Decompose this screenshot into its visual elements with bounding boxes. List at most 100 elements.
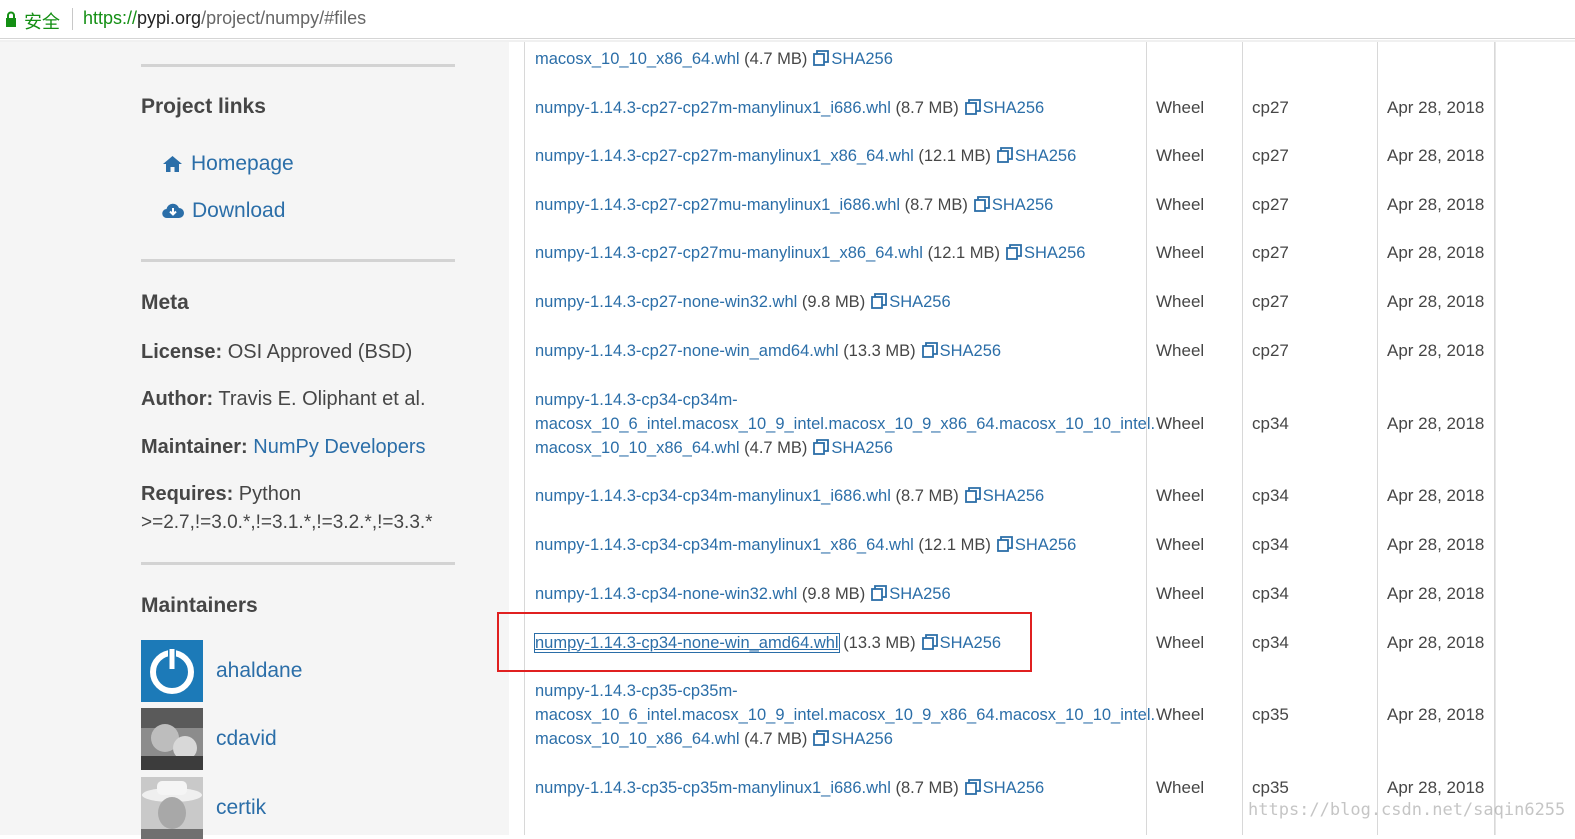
file-entry: numpy-1.14.3-cp34-cp34m-manylinux1_x86_6… [535,533,1076,557]
sha256-label: SHA256 [831,438,893,457]
sha256-link[interactable]: SHA256 [921,342,1001,360]
file-entry: numpy-1.14.3-cp27-cp27m-manylinux1_x86_6… [535,144,1076,168]
file-size: (12.1 MB) [918,147,991,165]
copy-icon [996,147,1013,163]
sha256-label: SHA256 [1014,535,1077,554]
maintainer-cdavid[interactable]: cdavid [141,708,277,770]
sidebar: Project links Homepage Download Meta Lic… [0,42,509,839]
python-version-cell: cp34 [1243,569,1378,618]
table-row: numpy-1.14.3-cp27-none-win_amd64.whl (13… [524,326,1495,376]
sha256-link[interactable]: SHA256 [964,487,1044,505]
copy-icon [871,292,888,309]
sha256-link[interactable]: SHA256 [921,633,1002,652]
file-size: (8.7 MB) [895,778,959,797]
file-entry: numpy-1.14.3-cp34-none-win_amd64.whl (13… [534,631,1002,655]
homepage-link[interactable]: Homepage [162,152,294,176]
file-link[interactable]: numpy-1.14.3-cp27-cp27m-manylinux1_i686.… [535,99,891,117]
file-link[interactable]: numpy-1.14.3-cp35-cp35m-manylinux1_i686.… [535,779,891,797]
filename-cell: numpy-1.14.3-cp27-cp27mu-manylinux1_i686… [524,180,1147,229]
maintainer-link[interactable]: NumPy Developers [253,436,425,458]
table-row: numpy-1.14.3-cp27-cp27mu-manylinux1_i686… [524,180,1495,230]
avatar[interactable] [141,708,203,770]
upload-date-cell: Apr 28, 2018 [1378,472,1495,520]
download-link[interactable]: Download [162,199,285,223]
sha256-link[interactable]: SHA256 [813,730,893,748]
file-entry: numpy-1.14.3-cp27-cp27mu-manylinux1_x86_… [535,241,1085,265]
url-text[interactable]: https://pypi.org/project/numpy/#files [83,8,366,29]
file-link[interactable]: numpy-1.14.3-cp27-none-win32.whl [535,293,797,311]
filename-cell: numpy-1.14.3-cp34-cp34m-manylinux1_i686.… [524,472,1147,520]
python-version-cell: cp27 [1243,132,1378,180]
file-type-cell: Wheel [1147,132,1243,180]
maintainer-name[interactable]: cdavid [216,727,277,751]
sha256-link[interactable]: SHA256 [1006,244,1085,262]
file-link[interactable]: macosx_10_10_x86_64.whl [535,50,740,68]
sha256-link[interactable]: SHA256 [813,438,893,457]
file-entry: numpy-1.14.3-cp27-none-win_amd64.whl (13… [535,339,1001,363]
maintainer-name[interactable]: certik [216,796,266,820]
filename-cell: numpy-1.14.3-cp27-none-win_amd64.whl (13… [524,326,1147,375]
filename-cell: numpy-1.14.3-cp34-none-win_amd64.whl (13… [524,618,1147,667]
sha256-link[interactable]: SHA256 [996,147,1076,165]
upload-date-cell [1378,42,1495,83]
file-link[interactable]: numpy-1.14.3-cp34-none-win32.whl [535,585,797,603]
sidebar-divider [141,562,455,565]
address-bar[interactable]: 安全 https://pypi.org/project/numpy/#files [0,0,1575,39]
file-size: (4.7 MB) [744,50,808,68]
filename-cell: numpy-1.14.3-cp35-cp35m-macosx_10_6_inte… [524,667,1155,763]
file-link[interactable]: macosx_10_6_intel.macosx_10_9_intel.maco… [535,706,1155,724]
sha256-label: SHA256 [831,730,893,748]
python-version-cell: cp34 [1243,375,1378,472]
copy-icon [813,438,830,455]
python-version-cell: cp27 [1243,83,1378,132]
sha256-label: SHA256 [889,584,951,603]
filename-cell: numpy-1.14.3-cp34-cp34m-macosx_10_6_inte… [524,375,1155,472]
sidebar-divider [141,64,455,67]
file-entry: numpy-1.14.3-cp35-cp35m-manylinux1_i686.… [535,776,1044,800]
sha256-link[interactable]: SHA256 [973,196,1053,214]
file-link[interactable]: numpy-1.14.3-cp34-none-win_amd64.whl [534,632,840,653]
author-label: Author: [141,388,214,410]
file-type-cell: Wheel [1147,667,1243,763]
maintainer-ahaldane[interactable]: ahaldane [141,640,302,702]
sha256-link[interactable]: SHA256 [813,50,893,68]
file-type-cell: Wheel [1147,472,1243,520]
avatar[interactable] [141,777,203,839]
file-link[interactable]: numpy-1.14.3-cp34-cp34m-manylinux1_i686.… [535,487,891,505]
file-entry: numpy-1.14.3-cp35-cp35m-macosx_10_6_inte… [535,679,1155,751]
upload-date-cell: Apr 28, 2018 [1378,83,1495,132]
file-link[interactable]: numpy-1.14.3-cp27-none-win_amd64.whl [535,342,839,360]
file-link[interactable]: macosx_10_10_x86_64.whl [535,730,740,748]
file-link[interactable]: numpy-1.14.3-cp34-cp34m- [535,391,738,409]
sha256-label: SHA256 [982,778,1045,797]
file-size: (8.7 MB) [895,98,959,117]
sha256-link[interactable]: SHA256 [871,584,951,603]
requires-label: Requires: [141,483,234,505]
sha256-label: SHA256 [982,98,1045,117]
maintainer-name[interactable]: ahaldane [216,659,302,683]
sha256-link[interactable]: SHA256 [871,292,951,311]
upload-date-cell: Apr 28, 2018 [1378,132,1495,180]
avatar[interactable] [141,640,203,702]
upload-date-cell: Apr 28, 2018 [1378,326,1495,375]
python-version-cell: cp27 [1243,180,1378,229]
file-link[interactable]: macosx_10_10_x86_64.whl [535,439,740,457]
secure-label: 安全 [24,12,60,32]
sha256-label: SHA256 [939,633,1002,652]
sha256-link[interactable]: SHA256 [964,98,1045,117]
file-link[interactable]: numpy-1.14.3-cp27-cp27mu-manylinux1_x86_… [535,244,923,262]
files-table: macosx_10_10_x86_64.whl (4.7 MB) SHA256 nu… [524,42,1495,835]
file-link[interactable]: numpy-1.14.3-cp27-cp27mu-manylinux1_i686… [535,196,900,214]
maintainer-certik[interactable]: certik [141,777,266,839]
python-version-cell: cp34 [1243,520,1378,569]
file-link[interactable]: macosx_10_6_intel.macosx_10_9_intel.maco… [535,415,1155,433]
file-link[interactable]: numpy-1.14.3-cp27-cp27m-manylinux1_x86_6… [535,147,914,165]
file-type-cell: Wheel [1147,180,1243,229]
table-row: numpy-1.14.3-cp35-cp35m-macosx_10_6_inte… [524,667,1495,764]
sha256-link[interactable]: SHA256 [996,535,1077,554]
file-link[interactable]: numpy-1.14.3-cp35-cp35m- [535,682,738,700]
url-host: pypi.org [137,8,202,28]
file-entry: numpy-1.14.3-cp34-none-win32.whl (9.8 MB… [535,582,951,606]
file-link[interactable]: numpy-1.14.3-cp34-cp34m-manylinux1_x86_6… [535,536,914,554]
sha256-link[interactable]: SHA256 [964,778,1045,797]
